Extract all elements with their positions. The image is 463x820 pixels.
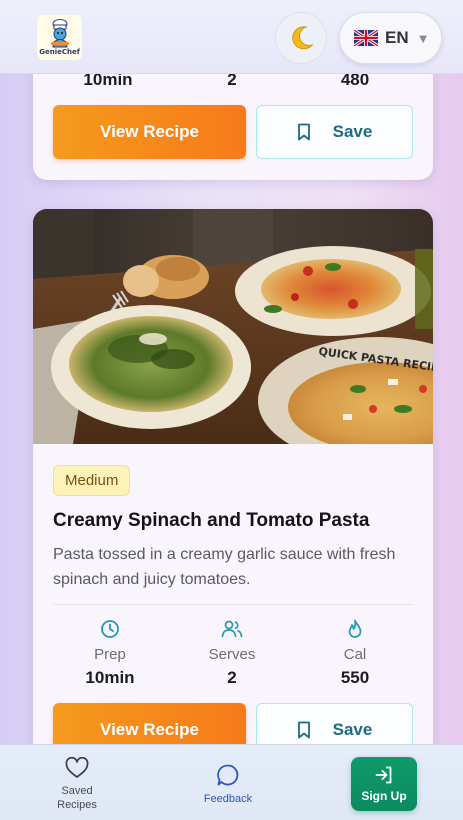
users-icon <box>182 619 282 639</box>
save-recipe-button[interactable]: Save <box>256 105 413 159</box>
cal-value: 550 <box>340 668 370 687</box>
prep-value: 10min <box>85 668 135 687</box>
bookmark-icon <box>297 123 310 141</box>
heart-icon <box>65 757 89 778</box>
save-label: Save <box>332 122 373 141</box>
theme-toggle-button[interactable] <box>275 12 327 64</box>
nav-feedback-label: Feedback <box>203 793 253 805</box>
nav-saved-label-line2: Recipes <box>57 799 97 811</box>
sign-up-button[interactable]: Sign Up <box>351 757 417 811</box>
clock-icon <box>60 619 160 639</box>
bottom-navigation: Saved Recipes Feedback Sign Up <box>0 744 463 820</box>
uk-flag-icon <box>354 30 378 46</box>
app-logo[interactable]: GenieChef <box>37 15 82 60</box>
bookmark-icon <box>297 721 310 739</box>
save-label: Save <box>332 720 373 739</box>
serves-label: Serves <box>208 646 256 663</box>
language-code: EN <box>385 28 409 47</box>
moon-icon <box>292 26 314 50</box>
caret-down-icon: ▼ <box>416 30 430 46</box>
sign-up-label: Sign Up <box>361 789 407 803</box>
nav-feedback[interactable]: Feedback <box>198 763 258 805</box>
recipe-card-2: QUICK PASTA RECIPE Medium Creamy Spinach… <box>33 209 433 769</box>
top-bar: GenieChef EN ▼ <box>0 0 463 74</box>
nav-saved-label-line1: Saved <box>61 785 93 797</box>
difficulty-badge: Medium <box>53 465 131 496</box>
view-recipe-button[interactable]: View Recipe <box>53 105 246 159</box>
nav-saved-recipes[interactable]: Saved Recipes <box>47 757 107 812</box>
language-selector[interactable]: EN ▼ <box>339 12 442 64</box>
logo-text: GenieChef <box>39 48 80 56</box>
recipe-image[interactable]: QUICK PASTA RECIPE <box>33 209 433 444</box>
nav-saved-label: Saved Recipes <box>57 784 97 812</box>
flame-icon <box>305 619 405 639</box>
prep-label: Prep <box>94 646 126 663</box>
divider <box>53 604 413 605</box>
recipe-description: Pasta tossed in a creamy garlic sauce wi… <box>53 546 396 588</box>
pasta-photo: QUICK PASTA RECIPE <box>33 209 433 444</box>
serves-value: 2 <box>227 668 237 687</box>
cal-label: Cal <box>343 646 367 663</box>
chef-mascot-icon <box>50 19 69 48</box>
login-icon <box>375 766 392 784</box>
recipe-title: Creamy Spinach and Tomato Pasta <box>53 510 370 531</box>
chat-bubble-icon <box>217 764 239 786</box>
